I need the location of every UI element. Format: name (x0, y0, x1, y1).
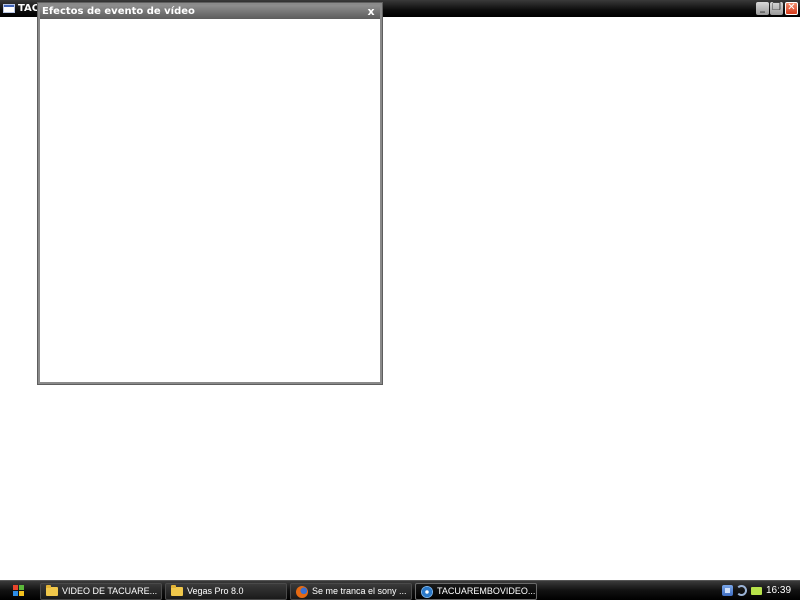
vegas-icon (421, 586, 433, 598)
minimize-button[interactable]: _ (756, 2, 769, 15)
dialog-titlebar[interactable]: Efectos de evento de vídeo x (40, 5, 380, 19)
close-button[interactable]: ✕ (785, 2, 798, 15)
dialog-title: Efectos de evento de vídeo (42, 6, 195, 17)
taskbar: VIDEO DE TACUARE... Vegas Pro 8.0 Se me … (0, 580, 800, 600)
clock[interactable]: 16:39 (766, 584, 791, 598)
taskbar-button-label: VIDEO DE TACUARE... (62, 586, 158, 596)
folder-icon (171, 585, 183, 596)
start-button[interactable] (2, 582, 36, 600)
dialog-close-button[interactable]: x (365, 5, 377, 18)
app-window-icon (3, 4, 15, 13)
taskbar-button-label: Se me tranca el sony ... (312, 586, 407, 596)
taskbar-button-label: TACUAREMBOVIDEO.... (437, 586, 537, 596)
folder-icon (46, 585, 58, 596)
system-tray: 16:39 (716, 582, 800, 600)
taskbar-button-firefox[interactable]: Se me tranca el sony ... (290, 583, 412, 600)
battery-icon[interactable] (751, 587, 762, 595)
network-icon[interactable] (722, 585, 733, 596)
volume-icon[interactable] (736, 585, 747, 596)
restore-button[interactable]: ❐ (770, 2, 783, 15)
firefox-icon (296, 586, 308, 598)
windows-flag-icon (13, 585, 25, 597)
taskbar-button-label: Vegas Pro 8.0 (187, 586, 244, 596)
taskbar-button-vegas-project[interactable]: TACUAREMBOVIDEO.... (415, 583, 537, 600)
taskbar-button-vegas-folder[interactable]: Vegas Pro 8.0 (165, 583, 287, 600)
dialog-body (40, 19, 380, 382)
taskbar-button-video-folder[interactable]: VIDEO DE TACUARE... (40, 583, 162, 600)
video-event-effects-dialog: Efectos de evento de vídeo x (38, 3, 382, 384)
